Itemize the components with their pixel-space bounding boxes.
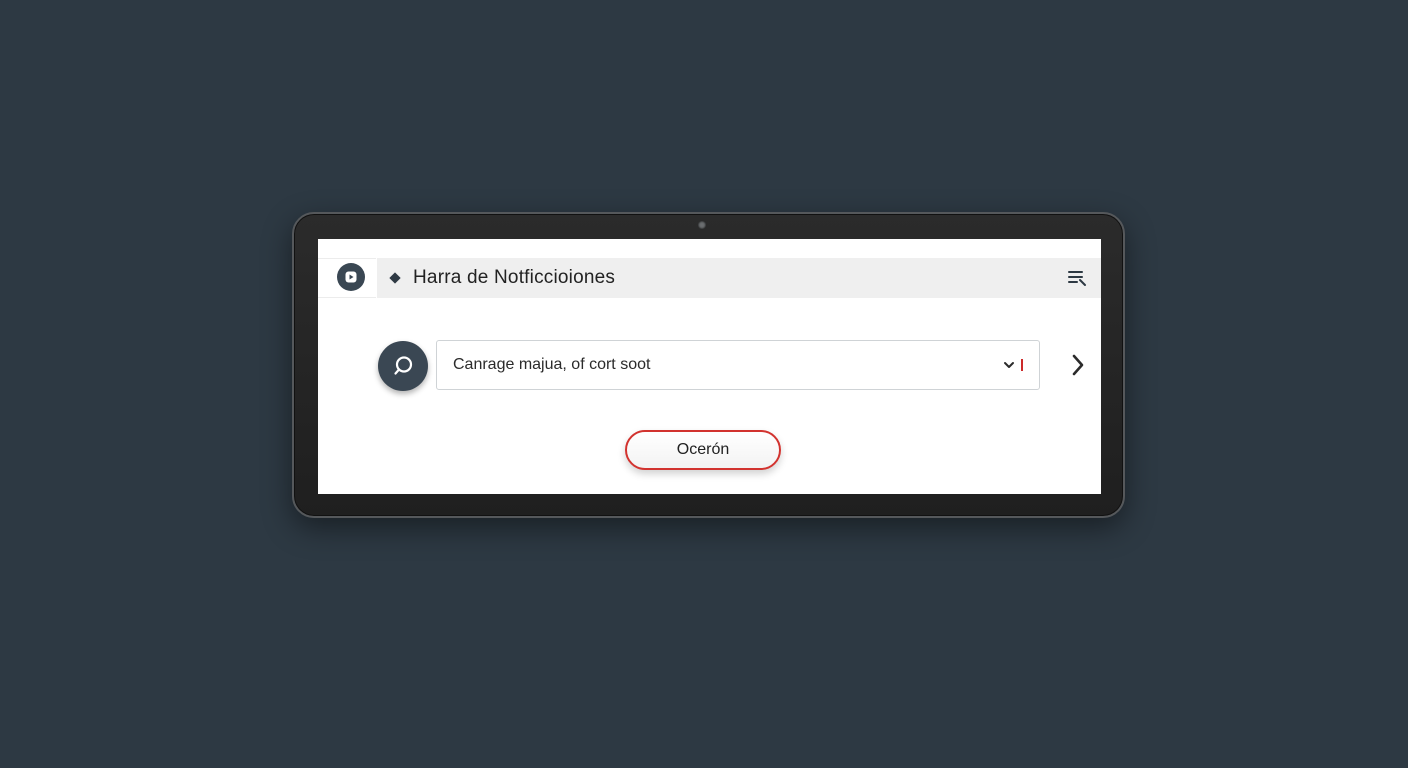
logo-glyph: [345, 271, 357, 283]
list-settings-icon[interactable]: [1067, 269, 1087, 287]
app-logo-icon: [337, 263, 365, 291]
diamond-icon: [389, 272, 401, 284]
camera-dot: [698, 221, 706, 229]
notification-bar: Harra de Notficcioiones: [377, 258, 1101, 298]
notification-bar-title: Harra de Notficcioiones: [413, 267, 616, 288]
text-cursor-marker: [1021, 359, 1023, 371]
option-dropdown[interactable]: Canrage majua, of cort soot: [436, 340, 1040, 390]
chevron-right-icon[interactable]: [1070, 353, 1086, 377]
chevron-down-icon: [1004, 362, 1014, 368]
tablet-device: Harra de Notficcioiones Canrage majua, o…: [292, 212, 1125, 518]
primary-action-button[interactable]: Ocerón: [625, 430, 781, 470]
app-screen: Harra de Notficcioiones Canrage majua, o…: [318, 239, 1101, 494]
chat-search-icon[interactable]: [378, 341, 428, 391]
dropdown-selected-value: Canrage majua, of cort soot: [453, 356, 651, 373]
